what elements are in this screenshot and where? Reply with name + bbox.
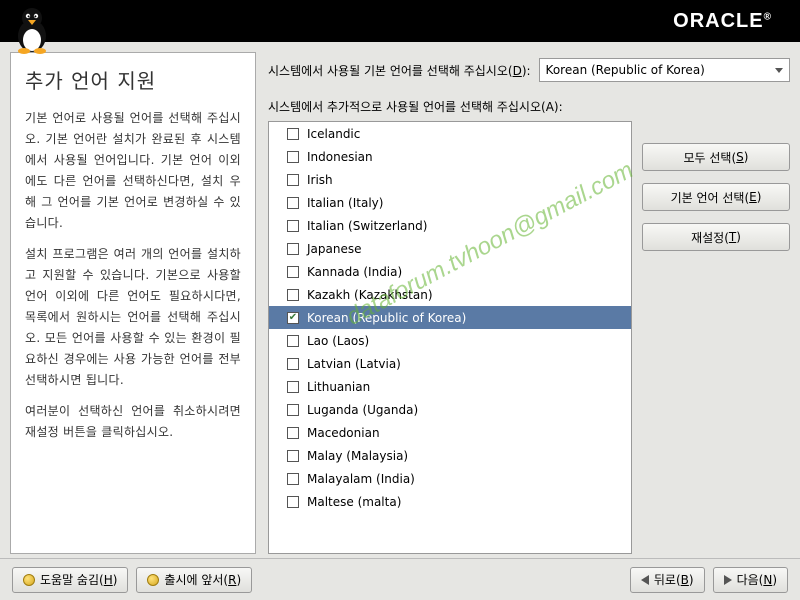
language-label: Lithuanian [307,380,370,394]
content-area: 추가 언어 지원 기본 언어로 사용될 언어를 선택해 주십시오. 기본 언어란… [10,52,790,554]
language-checkbox[interactable] [287,243,299,255]
default-language-label: 시스템에서 사용될 기본 언어를 선택해 주십시오(D): [268,62,531,79]
help-para-2: 설치 프로그램은 여러 개의 언어를 설치하고 지원할 수 있습니다. 기본으로… [25,244,241,391]
help-para-3: 여러분이 선택하신 언어를 취소하시려면 재설정 버튼을 클릭하십시오. [25,401,241,443]
back-button[interactable]: 뒤로(B) [630,567,705,593]
language-item[interactable]: Maltese (malta) [269,490,631,513]
dropdown-value: Korean (Republic of Korea) [546,63,705,77]
language-label: Icelandic [307,127,360,141]
language-label: Kazakh (Kazakhstan) [307,288,433,302]
language-checkbox[interactable] [287,358,299,370]
language-item[interactable]: Italian (Italy) [269,191,631,214]
language-label: Latvian (Latvia) [307,357,401,371]
language-checkbox[interactable] [287,289,299,301]
language-item[interactable]: Kazakh (Kazakhstan) [269,283,631,306]
default-language-row: 시스템에서 사용될 기본 언어를 선택해 주십시오(D): Korean (Re… [268,58,790,82]
language-label: Malay (Malaysia) [307,449,408,463]
language-item[interactable]: Malayalam (India) [269,467,631,490]
language-checkbox[interactable] [287,220,299,232]
language-item[interactable]: Kannada (India) [269,260,631,283]
language-label: Luganda (Uganda) [307,403,418,417]
registered-mark: ® [764,11,772,22]
tux-penguin-icon [10,4,54,54]
language-item[interactable]: Lithuanian [269,375,631,398]
language-checkbox[interactable] [287,404,299,416]
language-item[interactable]: Irish [269,168,631,191]
help-title: 추가 언어 지원 [25,65,241,94]
help-panel: 추가 언어 지원 기본 언어로 사용될 언어를 선택해 주십시오. 기본 언어란… [10,52,256,554]
language-checkbox[interactable] [287,473,299,485]
lightbulb-icon [147,574,159,586]
language-item[interactable]: Korean (Republic of Korea) [269,306,631,329]
language-checkbox[interactable] [287,450,299,462]
language-label: Malayalam (India) [307,472,415,486]
language-label: Italian (Italy) [307,196,383,210]
arrow-left-icon [641,575,649,585]
language-checkbox[interactable] [287,335,299,347]
language-label: Macedonian [307,426,380,440]
language-item[interactable]: Macedonian [269,421,631,444]
help-para-1: 기본 언어로 사용될 언어를 선택해 주십시오. 기본 언어란 설치가 완료된 … [25,108,241,234]
language-label: Italian (Switzerland) [307,219,427,233]
language-item[interactable]: Italian (Switzerland) [269,214,631,237]
next-button[interactable]: 다음(N) [713,567,788,593]
language-item[interactable]: Japanese [269,237,631,260]
language-item[interactable]: Luganda (Uganda) [269,398,631,421]
language-checkbox[interactable] [287,128,299,140]
language-listbox[interactable]: Icelandic Indonesian Irish Italian (Italy) I… [268,121,632,554]
lightbulb-icon [23,574,35,586]
language-checkbox[interactable] [287,174,299,186]
language-checkbox[interactable] [287,312,299,324]
language-item[interactable]: Lao (Laos) [269,329,631,352]
language-item[interactable]: Malay (Malaysia) [269,444,631,467]
reset-button[interactable]: 재설정(T) [642,223,790,251]
language-label: Irish [307,173,333,187]
release-notes-button[interactable]: 출시에 앞서(R) [136,567,252,593]
language-item[interactable]: Icelandic [269,122,631,145]
language-label: Korean (Republic of Korea) [307,311,466,325]
button-column: 모두 선택(S) 기본 언어 선택(E) 재설정(T) [642,121,790,554]
language-item[interactable]: Indonesian [269,145,631,168]
language-label: Indonesian [307,150,373,164]
select-default-button[interactable]: 기본 언어 선택(E) [642,183,790,211]
arrow-right-icon [724,575,732,585]
language-item[interactable]: Latvian (Latvia) [269,352,631,375]
language-checkbox[interactable] [287,381,299,393]
default-language-dropdown[interactable]: Korean (Republic of Korea) [539,58,790,82]
language-checkbox[interactable] [287,266,299,278]
oracle-logo: ORACLE® [673,10,772,33]
hide-help-button[interactable]: 도움말 숨김(H) [12,567,128,593]
language-checkbox[interactable] [287,427,299,439]
language-label: Lao (Laos) [307,334,369,348]
language-label: Japanese [307,242,362,256]
additional-languages-label: 시스템에서 추가적으로 사용될 언어를 선택해 주십시오(A): [268,98,790,115]
language-checkbox[interactable] [287,496,299,508]
language-label: Kannada (India) [307,265,402,279]
main-panel: 시스템에서 사용될 기본 언어를 선택해 주십시오(D): Korean (Re… [268,52,790,554]
language-checkbox[interactable] [287,151,299,163]
footer-bar: 도움말 숨김(H) 출시에 앞서(R) 뒤로(B) 다음(N) [0,558,800,600]
brand-text: ORACLE [673,10,763,32]
mid-row: Icelandic Indonesian Irish Italian (Italy) I… [268,121,790,554]
language-checkbox[interactable] [287,197,299,209]
language-list-area: Icelandic Indonesian Irish Italian (Italy) I… [268,121,632,554]
header-bar: ORACLE® [0,0,800,42]
select-all-button[interactable]: 모두 선택(S) [642,143,790,171]
language-label: Maltese (malta) [307,495,401,509]
